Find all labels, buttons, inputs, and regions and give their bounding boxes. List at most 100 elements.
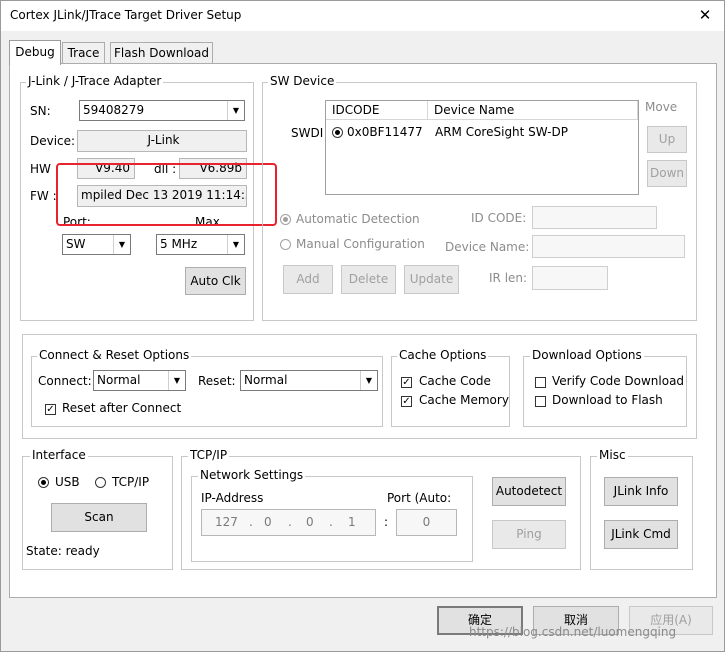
interface-state: State: ready xyxy=(26,544,100,558)
idcode-column-header[interactable]: IDCODE xyxy=(326,101,428,120)
misc-group xyxy=(590,456,693,570)
tab-flash-download[interactable]: Flash Download xyxy=(110,42,213,63)
port-value: SW xyxy=(66,237,86,251)
port-auto-label: Port (Auto: xyxy=(387,491,452,505)
port-input[interactable]: 0 xyxy=(396,509,457,536)
ip-dot: . xyxy=(249,515,253,529)
chevron-down-icon: ▼ xyxy=(360,371,377,390)
title-bar: Cortex JLink/JTrace Target Driver Setup … xyxy=(1,1,724,31)
device-label: Device: xyxy=(30,134,76,148)
window-title: Cortex JLink/JTrace Target Driver Setup xyxy=(10,8,242,22)
id-code-input[interactable] xyxy=(532,206,657,229)
tab-debug[interactable]: Debug xyxy=(9,40,61,65)
device-name-input[interactable] xyxy=(532,235,685,258)
interface-group-label: Interface xyxy=(30,448,88,462)
move-label: Move xyxy=(645,100,678,114)
ip-address-input[interactable]: 127 . 0 . 0 . 1 xyxy=(201,509,376,536)
automatic-detection-label: Automatic Detection xyxy=(296,212,420,226)
ip-octet-2: 0 xyxy=(264,515,272,529)
ir-len-label: IR len: xyxy=(489,271,528,285)
chevron-down-icon: ▼ xyxy=(227,101,244,120)
download-to-flash-checkbox[interactable] xyxy=(535,396,546,407)
connect-reset-group-label: Connect & Reset Options xyxy=(37,348,192,362)
ip-dot: . xyxy=(329,515,333,529)
jlink-cmd-button[interactable]: JLink Cmd xyxy=(604,520,678,549)
device-field: J-Link xyxy=(77,130,247,152)
cache-code-checkbox[interactable]: ✓ xyxy=(401,377,412,388)
cache-memory-label[interactable]: Cache Memory xyxy=(419,393,509,407)
reset-after-connect-label[interactable]: Reset after Connect xyxy=(62,401,181,415)
chevron-down-icon: ▼ xyxy=(113,235,130,254)
autodetect-button[interactable]: Autodetect xyxy=(492,477,566,506)
ip-address-label: IP-Address xyxy=(201,491,264,505)
usb-radio[interactable] xyxy=(38,477,49,488)
sn-label: SN: xyxy=(30,104,51,118)
fw-label: FW : xyxy=(30,189,57,203)
download-options-group xyxy=(523,356,687,427)
delete-button[interactable]: Delete xyxy=(341,265,396,294)
watermark: https://blog.csdn.net/luomengqing xyxy=(469,625,677,639)
update-button[interactable]: Update xyxy=(404,265,459,294)
reset-label: Reset: xyxy=(198,374,236,388)
tcpip-radio-label[interactable]: TCP/IP xyxy=(112,475,149,489)
manual-configuration-radio[interactable] xyxy=(280,239,291,250)
misc-group-label: Misc xyxy=(597,448,628,462)
network-settings-label: Network Settings xyxy=(198,468,306,482)
connect-reset-group xyxy=(31,356,383,427)
row-device-name[interactable]: ARM CoreSight SW-DP xyxy=(435,125,568,139)
scan-button[interactable]: Scan xyxy=(51,503,147,532)
close-icon[interactable]: ✕ xyxy=(694,4,716,26)
move-down-button[interactable]: Down xyxy=(647,160,687,187)
tcpip-group-label: TCP/IP xyxy=(188,448,230,462)
row-idcode[interactable]: 0x0BF11477 xyxy=(347,125,423,139)
cache-code-label[interactable]: Cache Code xyxy=(419,374,491,388)
connect-value: Normal xyxy=(97,373,141,387)
usb-label[interactable]: USB xyxy=(55,475,80,489)
connect-label: Connect: xyxy=(38,374,92,388)
cache-memory-checkbox[interactable]: ✓ xyxy=(401,396,412,407)
manual-configuration-label: Manual Configuration xyxy=(296,237,425,251)
verify-code-download-label[interactable]: Verify Code Download xyxy=(552,374,684,388)
highlight-annotation xyxy=(56,163,277,226)
download-to-flash-label[interactable]: Download to Flash xyxy=(552,393,663,407)
automatic-detection-radio[interactable] xyxy=(280,214,291,225)
jlink-info-button[interactable]: JLink Info xyxy=(604,477,678,506)
tab-trace[interactable]: Trace xyxy=(62,42,105,63)
port-select[interactable]: SW ▼ xyxy=(62,234,131,255)
ip-dot: . xyxy=(288,515,292,529)
device-name-label: Device Name: xyxy=(445,240,530,254)
ir-len-input[interactable] xyxy=(532,266,608,290)
cache-options-group xyxy=(391,356,510,427)
reset-value: Normal xyxy=(244,373,288,387)
chevron-down-icon: ▼ xyxy=(227,235,244,254)
max-clock-value: 5 MHz xyxy=(160,237,198,251)
device-name-column-header[interactable]: Device Name xyxy=(428,101,638,120)
tcpip-radio[interactable] xyxy=(95,477,106,488)
swdi-label: SWDI xyxy=(291,126,324,140)
reset-select[interactable]: Normal ▼ xyxy=(240,370,378,391)
adapter-group-label: J-Link / J-Trace Adapter xyxy=(26,74,164,88)
cache-options-group-label: Cache Options xyxy=(397,348,489,362)
chevron-down-icon: ▼ xyxy=(168,371,185,390)
device-list[interactable]: IDCODE Device Name 0x0BF11477 ARM CoreSi… xyxy=(325,100,639,195)
ip-octet-3: 0 xyxy=(306,515,314,529)
connect-select[interactable]: Normal ▼ xyxy=(93,370,186,391)
move-up-button[interactable]: Up xyxy=(647,126,687,153)
sw-device-group-label: SW Device xyxy=(268,74,337,88)
id-code-label: ID CODE: xyxy=(471,211,527,225)
reset-after-connect-checkbox[interactable]: ✓ xyxy=(45,404,56,415)
ip-octet-4: 1 xyxy=(348,515,356,529)
setup-dialog: Cortex JLink/JTrace Target Driver Setup … xyxy=(0,0,725,652)
auto-clk-button[interactable]: Auto Clk xyxy=(185,267,246,295)
ip-octet-1: 127 xyxy=(215,515,238,529)
add-button[interactable]: Add xyxy=(283,265,333,294)
verify-code-download-checkbox[interactable] xyxy=(535,377,546,388)
sn-select[interactable]: 59408279 ▼ xyxy=(79,100,245,121)
hw-label: HW : xyxy=(30,162,59,176)
max-clock-select[interactable]: 5 MHz ▼ xyxy=(156,234,245,255)
ping-button[interactable]: Ping xyxy=(492,520,566,549)
sn-value: 59408279 xyxy=(83,103,145,117)
device-row-select-radio[interactable] xyxy=(332,127,343,138)
download-options-group-label: Download Options xyxy=(530,348,644,362)
port-separator: : xyxy=(384,515,389,529)
